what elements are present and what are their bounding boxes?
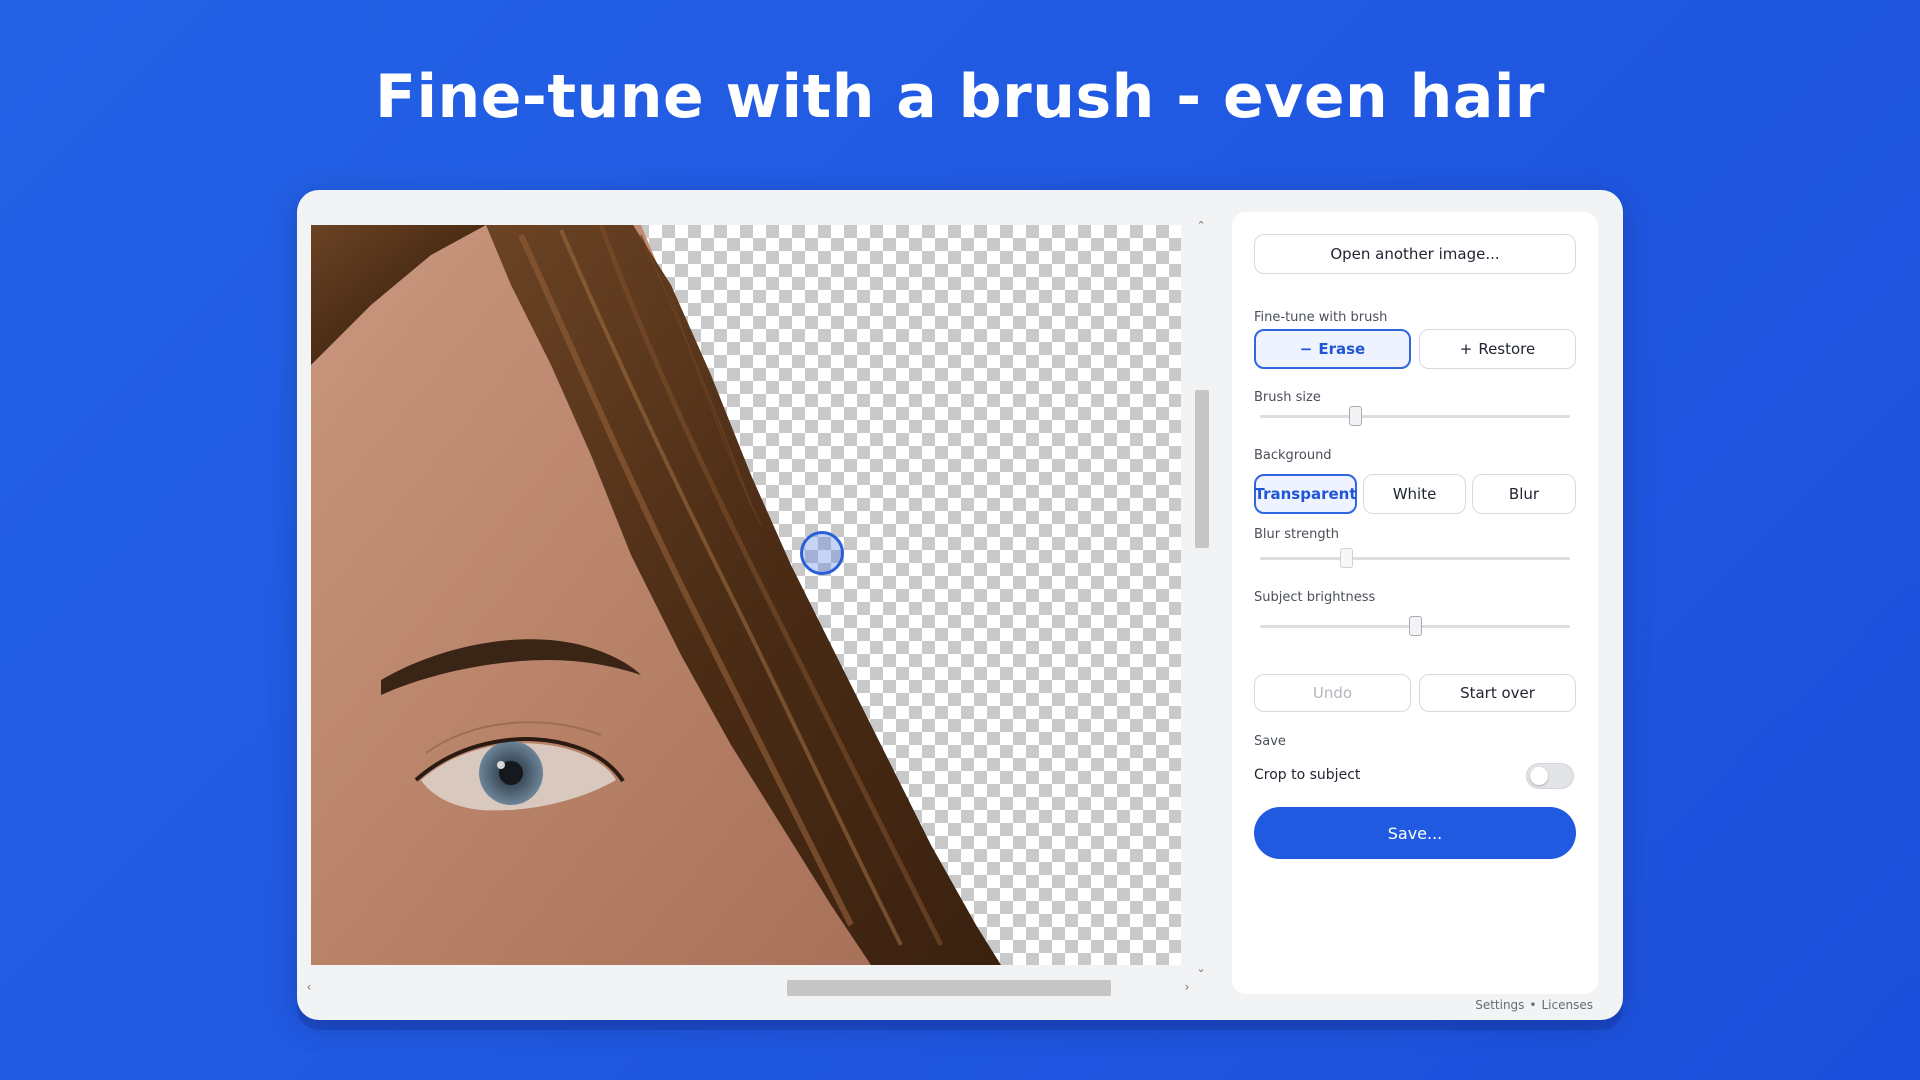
scroll-left-icon[interactable]: ‹ [303, 980, 315, 994]
bg-white-button[interactable]: White [1363, 474, 1466, 514]
open-another-image-button[interactable]: Open another image... [1254, 234, 1576, 274]
bg-blur-button[interactable]: Blur [1472, 474, 1576, 514]
bg-transparent-button[interactable]: Transparent [1254, 474, 1357, 514]
scroll-up-icon[interactable]: ⌃ [1195, 220, 1207, 232]
headline: Fine-tune with a brush - even hair [374, 62, 1546, 132]
blur-strength-slider[interactable] [1260, 548, 1570, 568]
side-panel: Open another image... Fine-tune with bru… [1232, 212, 1598, 994]
portrait-photo [311, 225, 1001, 965]
brush-size-slider[interactable] [1260, 406, 1570, 426]
blur-strength-track [1260, 557, 1570, 560]
subject-brightness-label: Subject brightness [1254, 590, 1376, 605]
save-section-label: Save [1254, 734, 1286, 749]
restore-button-label: Restore [1478, 340, 1536, 358]
start-over-button[interactable]: Start over [1419, 674, 1576, 712]
erase-button-label: Erase [1318, 340, 1366, 358]
subject-brightness-slider[interactable] [1260, 616, 1570, 636]
background-section-label: Background [1254, 448, 1332, 463]
brush-cursor [800, 531, 844, 575]
finetune-section-label: Fine-tune with brush [1254, 310, 1388, 325]
toggle-knob [1530, 767, 1548, 785]
minus-icon: − [1299, 340, 1313, 358]
save-button[interactable]: Save... [1254, 807, 1576, 859]
subject-brightness-knob[interactable] [1408, 616, 1422, 636]
vertical-scroll-thumb[interactable] [1195, 390, 1209, 548]
scroll-right-icon[interactable]: › [1181, 980, 1193, 994]
app-window: ⌃ ⌄ ‹ › Open another image... Fine-tune … [297, 190, 1623, 1020]
image-canvas[interactable] [311, 225, 1181, 965]
crop-to-subject-label: Crop to subject [1254, 767, 1361, 783]
brush-size-label: Brush size [1254, 390, 1321, 405]
vertical-scrollbar[interactable]: ⌃ ⌄ [1193, 220, 1209, 975]
restore-button[interactable]: + Restore [1419, 329, 1576, 369]
footer-links: Settings • Licenses [1475, 998, 1593, 1012]
licenses-link[interactable]: Licenses [1542, 998, 1594, 1012]
undo-button[interactable]: Undo [1254, 674, 1411, 712]
brush-size-knob[interactable] [1349, 406, 1363, 426]
blur-strength-knob[interactable] [1340, 548, 1354, 568]
horizontal-scroll-thumb[interactable] [787, 980, 1111, 996]
brush-size-track [1260, 415, 1570, 418]
footer-separator: • [1529, 998, 1537, 1012]
horizontal-scrollbar[interactable]: ‹ › [303, 978, 1193, 998]
plus-icon: + [1459, 340, 1473, 358]
blur-strength-label: Blur strength [1254, 527, 1340, 542]
crop-to-subject-toggle[interactable] [1526, 763, 1574, 789]
erase-button[interactable]: − Erase [1254, 329, 1411, 369]
scroll-down-icon[interactable]: ⌄ [1195, 963, 1207, 975]
settings-link[interactable]: Settings [1475, 998, 1524, 1012]
